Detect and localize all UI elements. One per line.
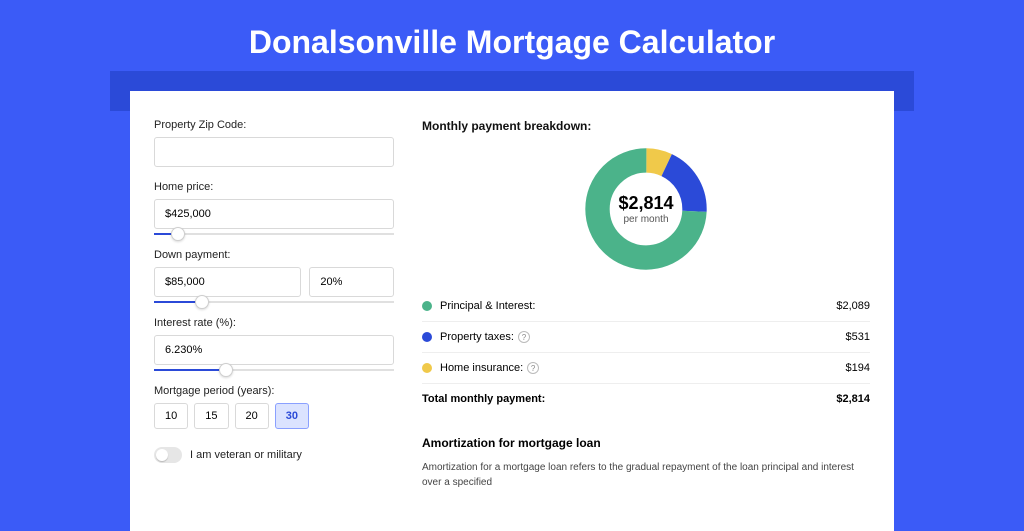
legend-dot-icon — [422, 301, 432, 311]
zip-field-group: Property Zip Code: — [154, 119, 394, 167]
rate-input[interactable] — [154, 335, 394, 365]
slider-thumb[interactable] — [171, 227, 185, 241]
price-label: Home price: — [154, 181, 394, 193]
veteran-toggle[interactable] — [154, 447, 182, 463]
zip-label: Property Zip Code: — [154, 119, 394, 131]
slider-thumb[interactable] — [219, 363, 233, 377]
period-label: Mortgage period (years): — [154, 385, 394, 397]
period-row: 1015 2030 — [154, 403, 394, 429]
down-label: Down payment: — [154, 249, 394, 261]
legend-total-row: Total monthly payment: $2,814 — [422, 384, 870, 414]
info-icon[interactable]: ? — [518, 331, 530, 343]
rate-label: Interest rate (%): — [154, 317, 394, 329]
down-percent-input[interactable] — [309, 267, 394, 297]
donut-center: $2,814 per month — [582, 145, 710, 273]
period-button-15[interactable]: 15 — [194, 403, 228, 429]
donut-sub: per month — [623, 214, 668, 225]
calculator-panel: Property Zip Code: Home price: Down paym… — [130, 91, 894, 531]
legend-label: Principal & Interest: — [440, 300, 836, 312]
down-amount-input[interactable] — [154, 267, 301, 297]
amortization-text: Amortization for a mortgage loan refers … — [422, 460, 870, 490]
amortization-block: Amortization for mortgage loan Amortizat… — [422, 436, 870, 490]
total-label: Total monthly payment: — [422, 393, 836, 405]
veteran-toggle-row: I am veteran or military — [154, 447, 394, 463]
legend-row: Home insurance:?$194 — [422, 353, 870, 384]
legend-value: $194 — [846, 362, 870, 374]
legend-value: $531 — [846, 331, 870, 343]
period-field-group: Mortgage period (years): 1015 2030 — [154, 385, 394, 429]
amortization-title: Amortization for mortgage loan — [422, 436, 870, 450]
breakdown-title: Monthly payment breakdown: — [422, 119, 870, 133]
legend: Principal & Interest:$2,089Property taxe… — [422, 291, 870, 384]
slider-thumb[interactable] — [195, 295, 209, 309]
rate-field-group: Interest rate (%): — [154, 317, 394, 371]
price-slider[interactable] — [154, 233, 394, 235]
donut-chart: $2,814 per month — [582, 145, 710, 273]
info-icon[interactable]: ? — [527, 362, 539, 374]
down-field-group: Down payment: — [154, 249, 394, 303]
zip-input[interactable] — [154, 137, 394, 167]
period-button-10[interactable]: 10 — [154, 403, 188, 429]
legend-dot-icon — [422, 363, 432, 373]
total-value: $2,814 — [836, 393, 870, 405]
period-button-20[interactable]: 20 — [235, 403, 269, 429]
price-field-group: Home price: — [154, 181, 394, 235]
period-button-30[interactable]: 30 — [275, 403, 309, 429]
legend-value: $2,089 — [836, 300, 870, 312]
down-slider[interactable] — [154, 301, 394, 303]
donut-amount: $2,814 — [618, 193, 673, 214]
breakdown-column: Monthly payment breakdown: $2,814 per mo… — [422, 119, 870, 503]
legend-label: Home insurance:? — [440, 362, 846, 374]
rate-slider[interactable] — [154, 369, 394, 371]
toggle-knob — [156, 449, 168, 461]
input-column: Property Zip Code: Home price: Down paym… — [154, 119, 394, 503]
price-input[interactable] — [154, 199, 394, 229]
page-title: Donalsonville Mortgage Calculator — [0, 0, 1024, 71]
legend-dot-icon — [422, 332, 432, 342]
legend-row: Principal & Interest:$2,089 — [422, 291, 870, 322]
donut-wrap: $2,814 per month — [422, 145, 870, 273]
legend-label: Property taxes:? — [440, 331, 846, 343]
veteran-label: I am veteran or military — [190, 449, 302, 461]
legend-row: Property taxes:?$531 — [422, 322, 870, 353]
